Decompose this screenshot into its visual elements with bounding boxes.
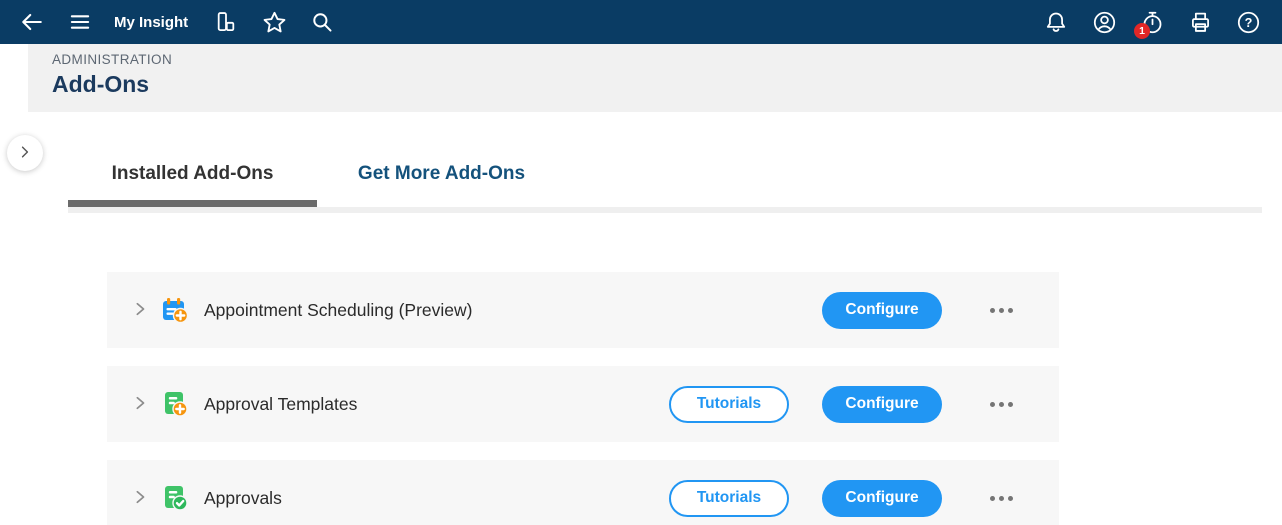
addon-name: Appointment Scheduling (Preview) xyxy=(204,299,473,320)
tab-underline-track xyxy=(68,207,1262,213)
favorites-button[interactable] xyxy=(261,6,287,38)
menu-button[interactable] xyxy=(67,6,93,38)
addon-row-approvals: Approvals Tutorials Configure xyxy=(107,460,1059,525)
addon-name: Approvals xyxy=(204,487,282,508)
page-header: ADMINISTRATION Add-Ons xyxy=(28,44,1282,112)
search-button[interactable] xyxy=(309,6,335,38)
chevron-right-icon xyxy=(133,488,147,509)
configure-button[interactable]: Configure xyxy=(822,385,942,423)
tab-bar: Installed Add-Ons Get More Add-Ons xyxy=(68,148,566,200)
row-actions: Tutorials Configure xyxy=(669,479,1017,517)
more-options-button[interactable] xyxy=(986,398,1017,411)
search-icon xyxy=(309,9,335,35)
addon-row-appointment-scheduling: Appointment Scheduling (Preview) Configu… xyxy=(107,272,1059,348)
document-add-icon xyxy=(162,391,188,417)
help-icon: ? xyxy=(1235,9,1262,36)
breadcrumb: ADMINISTRATION xyxy=(52,52,173,67)
topbar-left-group: My Insight xyxy=(0,6,346,38)
tab-label: Installed Add-Ons xyxy=(111,163,274,184)
ellipsis-icon xyxy=(990,495,995,501)
active-tab-underline xyxy=(68,200,317,207)
top-navigation-bar: My Insight 1 ? xyxy=(0,0,1282,44)
chevron-right-icon xyxy=(17,144,33,163)
notifications-button[interactable] xyxy=(1043,6,1069,38)
screen: My Insight 1 ? ADMINISTRATION Add-Ons In… xyxy=(0,0,1282,525)
back-button[interactable] xyxy=(19,6,45,38)
star-icon xyxy=(261,9,288,36)
ellipsis-icon xyxy=(990,307,995,313)
expand-row-button[interactable] xyxy=(133,298,149,322)
addon-row-approval-templates: Approval Templates Tutorials Configure xyxy=(107,366,1059,442)
row-actions: Configure xyxy=(822,291,1017,329)
configure-button[interactable]: Configure xyxy=(822,479,942,517)
app-title: My Insight xyxy=(114,13,189,31)
configure-button[interactable]: Configure xyxy=(822,291,942,329)
dashboards-button[interactable] xyxy=(213,6,239,38)
ellipsis-icon xyxy=(990,401,995,407)
page-title: Add-Ons xyxy=(52,71,150,97)
account-button[interactable] xyxy=(1091,6,1117,38)
help-button[interactable]: ? xyxy=(1235,6,1261,38)
document-check-icon xyxy=(162,485,188,511)
calendar-add-icon xyxy=(162,297,189,324)
account-icon xyxy=(1091,9,1118,36)
svg-text:?: ? xyxy=(1244,16,1252,30)
tutorials-button[interactable]: Tutorials xyxy=(669,479,789,517)
addon-name: Approval Templates xyxy=(204,393,358,414)
recent-activity-button[interactable]: 1 xyxy=(1134,6,1165,39)
more-options-button[interactable] xyxy=(986,304,1017,317)
topbar-right-group: 1 ? xyxy=(1032,6,1282,39)
tab-get-more-add-ons[interactable]: Get More Add-Ons xyxy=(317,148,566,200)
print-button[interactable] xyxy=(1187,6,1213,38)
more-options-button[interactable] xyxy=(986,492,1017,505)
printer-icon xyxy=(1187,9,1214,36)
chevron-right-icon xyxy=(133,300,147,321)
row-actions: Tutorials Configure xyxy=(669,385,1017,423)
expand-row-button[interactable] xyxy=(133,486,149,510)
bell-icon xyxy=(1043,9,1069,35)
back-arrow-icon xyxy=(18,8,46,36)
hamburger-menu-icon xyxy=(67,9,93,35)
tab-installed-add-ons[interactable]: Installed Add-Ons xyxy=(68,148,317,200)
tab-label: Get More Add-Ons xyxy=(357,163,526,184)
panel-expander-button[interactable] xyxy=(7,135,43,171)
expand-row-button[interactable] xyxy=(133,392,149,416)
chevron-right-icon xyxy=(133,394,147,415)
bar-chart-icon xyxy=(213,9,239,35)
tutorials-button[interactable]: Tutorials xyxy=(669,385,789,423)
notification-count-badge: 1 xyxy=(1134,23,1150,39)
